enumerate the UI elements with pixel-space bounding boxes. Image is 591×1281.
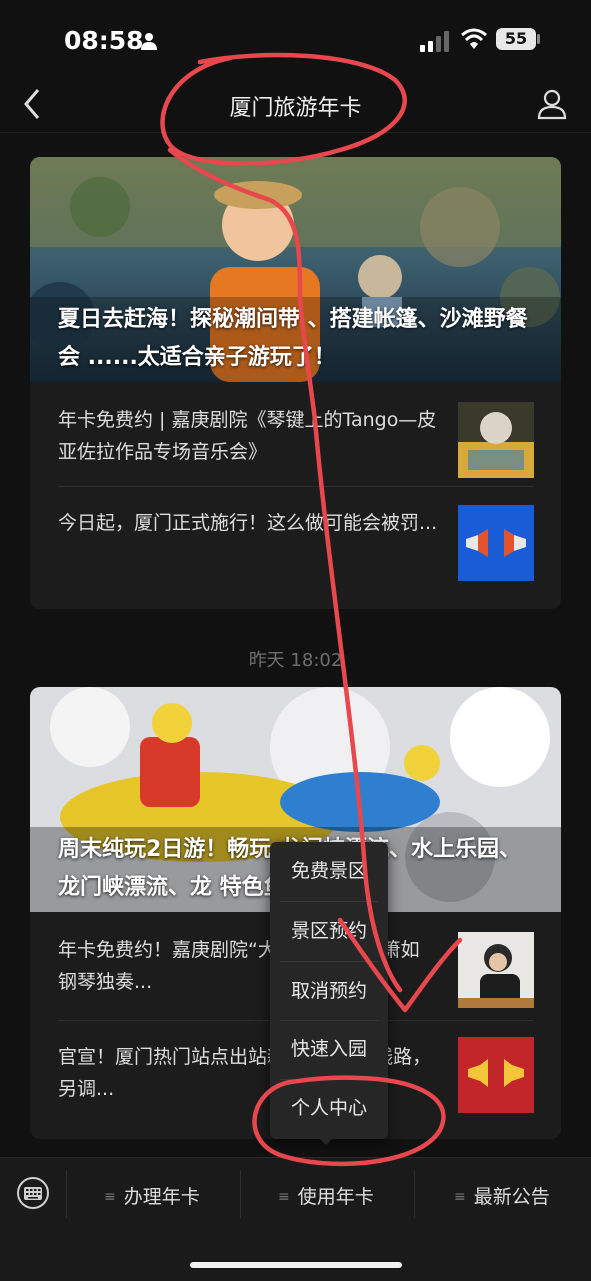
menu-lines-icon: ≡ (454, 1189, 466, 1205)
tab-label: 最新公告 (473, 1186, 550, 1208)
user-profile-icon[interactable] (536, 88, 568, 120)
timestamp: 昨天 18:02 (248, 650, 343, 671)
keyboard-toggle-icon[interactable] (16, 1176, 50, 1210)
bottom-bar-divider (240, 1170, 241, 1218)
bottom-bar-divider (66, 1170, 67, 1218)
list-item-title: 今日起，厦门正式施行！这么做可能会被罚... (58, 512, 438, 534)
menu-item-scenic-booking[interactable]: 景区预约 (270, 902, 388, 960)
tab-label: 办理年卡 (123, 1186, 200, 1208)
use-card-popup-menu: 免费景区 景区预约 取消预约 快速入园 个人中心 (270, 842, 388, 1139)
announcement-thumbnail-image (458, 1037, 534, 1113)
menu-item-cancel-booking[interactable]: 取消预约 (270, 962, 388, 1020)
page-title: 厦门旅游年卡 (229, 96, 362, 121)
list-item[interactable]: 年卡免费约 | 嘉庚剧院《琴键上的Tango—皮亚佐拉作品专场音乐会》 (30, 382, 561, 486)
wifi-icon (461, 28, 487, 49)
bottom-bar-divider (414, 1170, 415, 1218)
status-time: 08:58 (64, 26, 144, 55)
battery-indicator: 55 (496, 28, 536, 50)
popup-arrow (318, 1137, 334, 1145)
tab-use-card[interactable]: ≡ 使用年卡 (278, 1182, 374, 1209)
menu-lines-icon: ≡ (104, 1189, 116, 1205)
menu-item-free-scenic[interactable]: 免费景区 (270, 842, 388, 900)
pianist-thumbnail-image (458, 932, 534, 1008)
battery-cap (537, 34, 540, 44)
person-status-icon (141, 33, 157, 50)
home-indicator (190, 1262, 402, 1268)
concert-thumbnail-image (458, 402, 534, 478)
list-item[interactable]: 今日起，厦门正式施行！这么做可能会被罚... (30, 487, 561, 597)
megaphone-thumbnail-image (458, 505, 534, 581)
menu-item-quick-entry[interactable]: 快速入园 (270, 1020, 388, 1078)
tab-apply-card[interactable]: ≡ 办理年卡 (104, 1182, 200, 1209)
list-item-title: 年卡免费约 | 嘉庚剧院《琴键上的Tango—皮亚佐拉作品专场音乐会》 (58, 409, 437, 463)
menu-lines-icon: ≡ (278, 1189, 290, 1205)
tab-latest-notice[interactable]: ≡ 最新公告 (454, 1182, 550, 1209)
menu-item-personal-center[interactable]: 个人中心 (270, 1079, 388, 1137)
article-card-1: 夏日去赶海！探秘潮间带 、搭建帐篷、沙滩野餐会 ......太适合亲子游玩了！ … (30, 157, 561, 609)
tab-label: 使用年卡 (297, 1186, 374, 1208)
nav-divider (0, 132, 591, 133)
card1-headline[interactable]: 夏日去赶海！探秘潮间带 、搭建帐篷、沙滩野餐会 ......太适合亲子游玩了！ (58, 301, 533, 377)
cellular-signal-icon (420, 31, 449, 52)
